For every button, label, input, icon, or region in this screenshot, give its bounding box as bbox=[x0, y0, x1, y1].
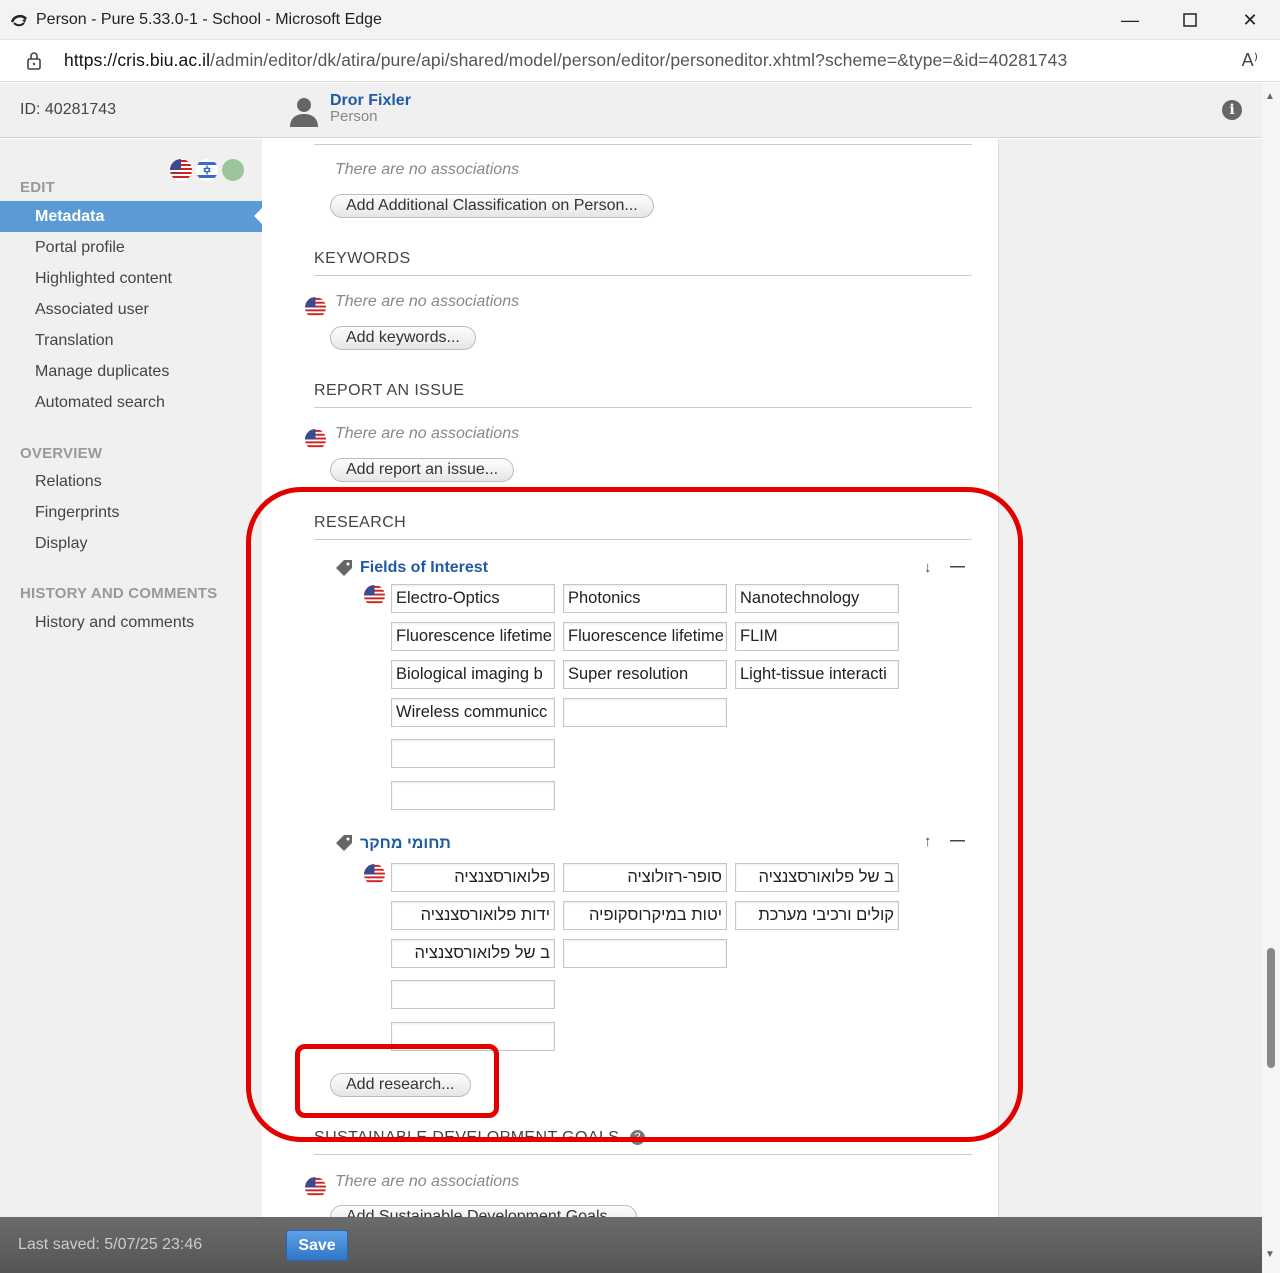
keyword-field[interactable] bbox=[391, 1022, 555, 1051]
sidebar-item-metadata[interactable]: Metadata bbox=[0, 201, 262, 232]
scroll-down-icon[interactable]: ▼ bbox=[1265, 1249, 1275, 1260]
keyword-field[interactable]: ידות פלואורסצנציה bbox=[391, 901, 555, 930]
scroll-thumb[interactable] bbox=[1267, 948, 1275, 1068]
sidebar-item-fingerprints[interactable]: Fingerprints bbox=[0, 497, 262, 528]
keyword-field[interactable]: סופר-רזולוציה bbox=[563, 863, 727, 892]
research-heading: RESEARCH bbox=[314, 514, 972, 540]
editor-footer: Last saved: 5/07/25 23:46 Save bbox=[0, 1217, 1262, 1273]
keyword-field[interactable] bbox=[391, 980, 555, 1009]
remove-icon[interactable]: — bbox=[950, 558, 965, 575]
keyword-field[interactable]: Fluorescence lifetime bbox=[563, 622, 727, 651]
save-button[interactable]: Save bbox=[286, 1230, 348, 1261]
status-dot-icon bbox=[222, 159, 244, 181]
add-keywords-button[interactable]: Add keywords... bbox=[330, 326, 476, 350]
keyword-field[interactable]: Light-tissue interacti bbox=[735, 660, 899, 689]
info-icon[interactable]: i bbox=[1222, 100, 1242, 120]
last-saved-text: Last saved: 5/07/25 23:46 bbox=[18, 1236, 203, 1253]
keyword-field[interactable]: ב של פלואורסצנציה bbox=[735, 863, 899, 892]
main-content: There are no associations Add Additional… bbox=[262, 139, 1262, 1217]
sidebar-item-relations[interactable]: Relations bbox=[0, 466, 262, 497]
move-down-icon[interactable]: ↓ bbox=[924, 559, 932, 576]
keyword-field[interactable]: יטות במיקרוסקופיה bbox=[563, 901, 727, 930]
editor-header: ID: 40281743 Dror Fixler Person i bbox=[0, 83, 1262, 138]
record-id: ID: 40281743 bbox=[20, 101, 117, 118]
sidebar-item-highlighted-content[interactable]: Highlighted content bbox=[0, 263, 262, 294]
keyword-field[interactable]: קולים ורכיבי מערכת bbox=[735, 901, 899, 930]
person-type: Person bbox=[330, 108, 378, 125]
lock-icon[interactable] bbox=[24, 51, 44, 71]
person-avatar-icon bbox=[288, 95, 320, 127]
israel-flag-icon[interactable] bbox=[196, 159, 218, 181]
page-scrollbar[interactable]: ▲ ▼ bbox=[1262, 83, 1280, 1273]
us-flag-icon bbox=[305, 1177, 326, 1198]
remove-icon[interactable]: — bbox=[950, 832, 965, 849]
close-button[interactable]: ✕ bbox=[1220, 0, 1280, 40]
move-up-icon[interactable]: ↑ bbox=[924, 833, 932, 850]
research-fields-hebrew-title[interactable]: תחומי מחקר bbox=[360, 835, 451, 853]
tag-icon bbox=[335, 834, 353, 852]
us-flag-icon bbox=[305, 297, 326, 318]
sidebar-item-manage-duplicates[interactable]: Manage duplicates bbox=[0, 356, 262, 387]
address-bar[interactable]: https://cris.biu.ac.il/admin/editor/dk/a… bbox=[0, 40, 1280, 82]
no-associations-text: There are no associations bbox=[335, 1173, 520, 1190]
url-text[interactable]: https://cris.biu.ac.il/admin/editor/dk/a… bbox=[64, 50, 1067, 71]
sidebar-item-portal-profile[interactable]: Portal profile bbox=[0, 232, 262, 263]
keyword-field[interactable]: Super resolution bbox=[563, 660, 727, 689]
us-flag-icon bbox=[364, 864, 385, 885]
keyword-field[interactable]: ב של פלואורסצנציה bbox=[391, 939, 555, 968]
sidebar-item-automated-search[interactable]: Automated search bbox=[0, 387, 262, 418]
add-report-issue-button[interactable]: Add report an issue... bbox=[330, 458, 515, 482]
add-research-button[interactable]: Add research... bbox=[330, 1073, 471, 1097]
edit-heading: EDIT bbox=[20, 179, 55, 196]
language-flags bbox=[170, 159, 244, 181]
keyword-field[interactable]: Fluorescence lifetime bbox=[391, 622, 555, 651]
help-icon[interactable]: ? bbox=[630, 1130, 646, 1146]
no-associations-text: There are no associations bbox=[335, 161, 520, 178]
keyword-field[interactable]: FLIM bbox=[735, 622, 899, 651]
sidebar-item-history-comments[interactable]: History and comments bbox=[0, 607, 262, 638]
keyword-field[interactable]: Electro-Optics bbox=[391, 584, 555, 613]
fields-of-interest-title[interactable]: Fields of Interest bbox=[360, 559, 488, 577]
sidebar: EDIT Metadata Portal profile Highlighted… bbox=[0, 139, 262, 1217]
keyword-field[interactable]: פלואורסצנציה bbox=[391, 863, 555, 892]
no-associations-text: There are no associations bbox=[335, 293, 520, 310]
add-classification-button[interactable]: Add Additional Classification on Person.… bbox=[330, 194, 654, 218]
sidebar-item-associated-user[interactable]: Associated user bbox=[0, 294, 262, 325]
editor-panel: There are no associations Add Additional… bbox=[262, 139, 999, 1217]
keyword-field[interactable]: Photonics bbox=[563, 584, 727, 613]
sidebar-item-display[interactable]: Display bbox=[0, 528, 262, 559]
browser-title-bar: Person - Pure 5.33.0-1 - School - Micros… bbox=[0, 0, 1280, 40]
sidebar-item-translation[interactable]: Translation bbox=[0, 325, 262, 356]
tag-icon bbox=[335, 559, 353, 577]
keyword-field[interactable] bbox=[391, 781, 555, 810]
keywords-heading: KEYWORDS bbox=[314, 250, 972, 276]
us-flag-icon bbox=[364, 585, 385, 606]
add-sdg-button[interactable]: Add Sustainable Development Goals... bbox=[330, 1205, 637, 1217]
history-heading: HISTORY AND COMMENTS bbox=[20, 585, 218, 602]
keyword-field[interactable] bbox=[563, 698, 727, 727]
divider bbox=[314, 144, 972, 145]
window-title: Person - Pure 5.33.0-1 - School - Micros… bbox=[36, 10, 382, 28]
keyword-field[interactable]: Nanotechnology bbox=[735, 584, 899, 613]
keyword-field[interactable]: Wireless communicc bbox=[391, 698, 555, 727]
read-aloud-icon[interactable]: A⁾ bbox=[1242, 50, 1258, 71]
minimize-button[interactable]: — bbox=[1100, 0, 1160, 40]
us-flag-icon[interactable] bbox=[170, 159, 192, 181]
app-icon bbox=[8, 9, 30, 31]
maximize-button[interactable] bbox=[1160, 0, 1220, 40]
no-associations-text: There are no associations bbox=[335, 425, 520, 442]
keyword-field[interactable]: Biological imaging b bbox=[391, 660, 555, 689]
scroll-up-icon[interactable]: ▲ bbox=[1265, 91, 1275, 102]
keyword-field[interactable] bbox=[391, 739, 555, 768]
report-issue-heading: REPORT AN ISSUE bbox=[314, 382, 972, 408]
keyword-field[interactable] bbox=[563, 939, 727, 968]
overview-heading: OVERVIEW bbox=[20, 445, 103, 462]
us-flag-icon bbox=[305, 429, 326, 450]
sdg-heading: SUSTAINABLE DEVELOPMENT GOALS ? bbox=[314, 1129, 972, 1155]
